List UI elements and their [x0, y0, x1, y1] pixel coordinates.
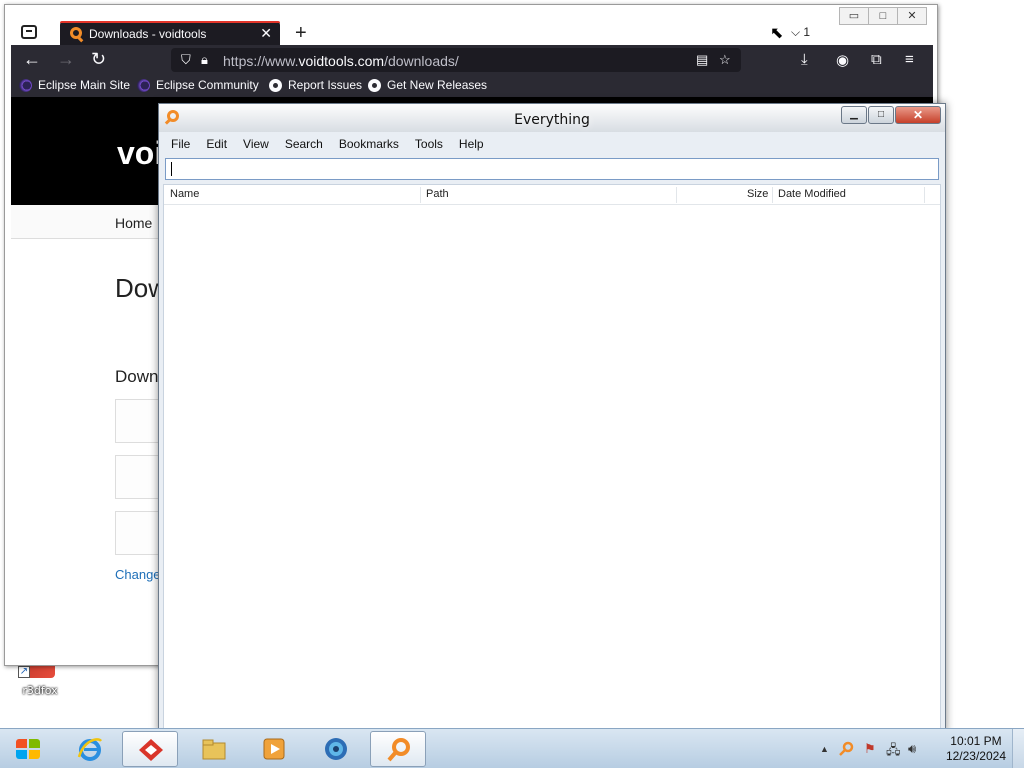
bookmark-label: Eclipse Main Site: [38, 78, 131, 92]
tab-close-icon[interactable]: ✕: [260, 25, 272, 42]
action-center-icon[interactable]: ⚑: [864, 741, 876, 757]
tab-list-icon[interactable]: [21, 25, 37, 39]
taskbar: ▲ ⚑ 🖧 🔊︎ 10:01 PM 12/23/2024: [0, 728, 1024, 768]
taskbar-everything[interactable]: [370, 731, 426, 767]
column-divider[interactable]: [772, 187, 773, 203]
everything-tray-icon[interactable]: [838, 741, 854, 757]
reload-icon[interactable]: ↻: [91, 50, 106, 68]
minimize-button[interactable]: ▭: [839, 7, 869, 25]
globe-icon: [325, 738, 347, 760]
menu-edit[interactable]: Edit: [198, 136, 235, 156]
tab-title: Downloads - voidtools: [89, 27, 207, 41]
menu-help[interactable]: Help: [451, 136, 492, 156]
shield-icon[interactable]: ⛉: [181, 52, 191, 68]
show-desktop-button[interactable]: [1012, 729, 1024, 768]
bookmark-label: Report Issues: [288, 78, 363, 92]
account-icon[interactable]: ◉: [836, 51, 849, 69]
github-icon: [269, 78, 282, 92]
bookmark-eclipse-community[interactable]: Eclipse Community: [137, 78, 259, 92]
taskbar-r3dfox[interactable]: [122, 731, 178, 767]
menu-icon[interactable]: ≡: [905, 51, 914, 68]
new-tab-button[interactable]: +: [295, 22, 307, 45]
start-button[interactable]: [4, 732, 52, 766]
tab-overflow-indicator[interactable]: ⌵ 1: [791, 25, 810, 40]
github-icon: [368, 78, 381, 92]
minimize-button[interactable]: ▁: [841, 106, 867, 124]
lock-icon[interactable]: 🔒︎: [201, 52, 208, 68]
bookmark-label: Eclipse Community: [156, 78, 259, 92]
close-button[interactable]: ✕: [895, 106, 941, 124]
menu-view[interactable]: View: [235, 136, 277, 156]
eclipse-icon: [137, 78, 150, 92]
text-caret: [171, 162, 172, 176]
extensions-icon[interactable]: ⧉: [871, 51, 882, 68]
downloads-icon[interactable]: ⤓: [801, 51, 808, 68]
media-player-icon: [263, 738, 285, 760]
browser-navbar: ← → ↻ ⛉ 🔒︎ https://www.voidtools.com/dow…: [11, 45, 933, 75]
column-path[interactable]: Path: [426, 188, 449, 200]
r3dfox-icon: [139, 739, 163, 761]
bookmark-eclipse-main-site[interactable]: Eclipse Main Site: [19, 78, 130, 92]
column-divider[interactable]: [420, 187, 421, 203]
browser-window-controls: ▭ □ ✕: [839, 7, 927, 25]
nav-home-link[interactable]: Home: [115, 215, 152, 231]
eclipse-icon: [19, 78, 32, 92]
column-size[interactable]: Size: [747, 188, 768, 200]
internet-explorer-icon: [77, 738, 102, 761]
maximize-button[interactable]: □: [868, 106, 894, 124]
search-input[interactable]: [165, 158, 939, 180]
column-divider[interactable]: [676, 187, 677, 203]
reader-view-icon[interactable]: ▤: [696, 52, 708, 68]
taskbar-app-globe[interactable]: [308, 731, 364, 767]
forward-arrow-icon[interactable]: →: [57, 50, 75, 68]
clock-time: 10:01 PM: [950, 734, 1002, 748]
voidtools-favicon-icon: [70, 27, 82, 39]
column-divider[interactable]: [924, 187, 925, 203]
desktop-icon-label: r3dfox: [22, 684, 58, 697]
taskbar-internet-explorer[interactable]: [62, 731, 118, 767]
volume-icon[interactable]: 🔊︎: [908, 741, 916, 757]
window-title: Everything: [514, 112, 590, 128]
network-icon[interactable]: 🖧: [886, 741, 901, 763]
bookmark-report-issues[interactable]: Report Issues: [269, 78, 362, 92]
site-logo[interactable]: voi: [117, 135, 163, 172]
windows-logo-icon: [16, 739, 40, 759]
mouse-cursor-icon: ⬉: [770, 25, 784, 42]
bookmark-label: Get New Releases: [387, 78, 488, 92]
everything-titlebar[interactable]: Everything ▁ □ ✕: [159, 104, 945, 132]
url-text[interactable]: https://www.voidtools.com/downloads/: [223, 53, 459, 69]
results-header: Name Path Size Date Modified: [164, 185, 940, 205]
menu-search[interactable]: Search: [277, 136, 331, 156]
everything-window: Everything ▁ □ ✕ File Edit View Search B…: [158, 103, 946, 733]
menu-bookmarks[interactable]: Bookmarks: [331, 136, 407, 156]
everything-window-controls: ▁ □ ✕: [840, 106, 941, 124]
bookmark-get-new-releases[interactable]: Get New Releases: [368, 78, 487, 92]
browser-tab-active[interactable]: Downloads - voidtools ✕: [60, 21, 280, 47]
taskbar-file-explorer[interactable]: [186, 731, 242, 767]
menu-bar: File Edit View Search Bookmarks Tools He…: [163, 136, 492, 156]
page-subheading: Down: [115, 367, 159, 386]
bookmark-star-icon[interactable]: ☆: [719, 52, 731, 68]
everything-search-icon: [387, 738, 410, 762]
system-tray: ▲ ⚑ 🖧 🔊︎ 10:01 PM 12/23/2024: [814, 729, 1024, 768]
maximize-button[interactable]: □: [868, 7, 898, 25]
url-bar[interactable]: ⛉ 🔒︎ https://www.voidtools.com/downloads…: [171, 48, 741, 72]
menu-file[interactable]: File: [163, 136, 198, 156]
browser-titlebar: Downloads - voidtools ✕ + ⬉ ⌵ 1 ▭ □ ✕: [5, 5, 937, 47]
bookmarks-toolbar: Eclipse Main Site Eclipse Community Repo…: [11, 75, 933, 97]
clock[interactable]: 10:01 PM 12/23/2024: [946, 734, 1006, 764]
taskbar-media-player[interactable]: [246, 731, 302, 767]
back-arrow-icon[interactable]: ←: [23, 50, 41, 68]
column-name[interactable]: Name: [170, 188, 199, 200]
results-list[interactable]: Name Path Size Date Modified: [163, 184, 941, 730]
folder-icon: [202, 739, 226, 760]
clock-date: 12/23/2024: [945, 749, 1006, 763]
shortcut-arrow-icon: ↗: [18, 666, 30, 678]
menu-tools[interactable]: Tools: [407, 136, 451, 156]
show-hidden-icons-arrow[interactable]: ▲: [820, 744, 829, 754]
close-button[interactable]: ✕: [897, 7, 927, 25]
column-date-modified[interactable]: Date Modified: [778, 188, 846, 200]
